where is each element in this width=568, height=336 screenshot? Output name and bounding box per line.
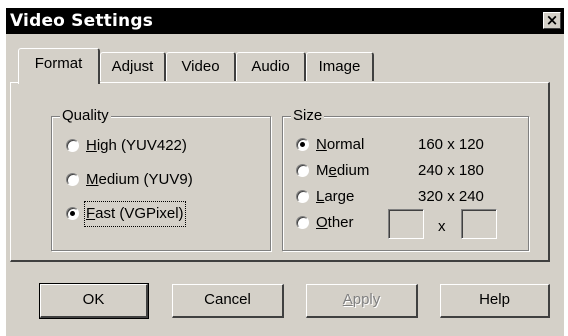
cancel-button[interactable]: Cancel: [172, 284, 284, 318]
radio-size-normal[interactable]: [296, 138, 309, 151]
quality-high-label: High (YUV422): [86, 137, 187, 154]
title-bar[interactable]: Video Settings ×: [6, 8, 564, 34]
size-medium-label: Medium: [316, 162, 370, 179]
quality-group-label: Quality: [60, 107, 111, 125]
radio-quality-fast[interactable]: [66, 207, 79, 220]
apply-button[interactable]: Apply: [306, 284, 418, 318]
tab-format[interactable]: Format: [18, 48, 100, 84]
quality-medium-label: Medium (YUV9): [86, 171, 193, 188]
radio-quality-medium[interactable]: [66, 173, 79, 186]
tab-adjust-label: Adjust: [111, 58, 154, 75]
radio-size-other[interactable]: [296, 216, 309, 229]
ok-button-label: OK: [82, 291, 105, 308]
window-title: Video Settings: [10, 11, 154, 31]
tab-video-label: Video: [181, 58, 220, 75]
radio-quality-high[interactable]: [66, 139, 79, 152]
cancel-button-label: Cancel: [204, 291, 251, 308]
size-large-value: 320 x 240: [418, 188, 484, 205]
tab-format-label: Format: [34, 55, 83, 72]
size-normal-value: 160 x 120: [418, 136, 484, 153]
quality-fast-label: Fast (VGPixel): [84, 201, 186, 227]
close-button[interactable]: ×: [543, 12, 561, 29]
tab-image[interactable]: Image: [306, 52, 374, 81]
help-button[interactable]: Help: [440, 284, 550, 318]
size-medium-value: 240 x 180: [418, 162, 484, 179]
size-large-label: Large: [316, 188, 355, 205]
apply-button-label: Apply: [342, 291, 381, 308]
tab-audio-label: Audio: [251, 58, 290, 75]
tab-video[interactable]: Video: [166, 52, 236, 81]
format-tab-panel: Quality High (YUV422) Medium (YUV9) Fast…: [10, 82, 550, 262]
tab-adjust[interactable]: Adjust: [100, 52, 166, 81]
other-size-separator: x: [438, 218, 446, 235]
other-width-input[interactable]: [388, 209, 424, 239]
tab-audio[interactable]: Audio: [236, 52, 306, 81]
radio-size-medium[interactable]: [296, 164, 309, 177]
size-other-label: Other: [316, 214, 354, 231]
radio-size-large[interactable]: [296, 190, 309, 203]
other-height-input[interactable]: [461, 209, 497, 239]
tab-image-label: Image: [318, 58, 361, 75]
help-button-label: Help: [479, 291, 510, 308]
quality-group: Quality High (YUV422) Medium (YUV9) Fast…: [51, 107, 271, 251]
size-group: Size Normal 160 x 120 Medium 240 x 180 L…: [282, 107, 529, 251]
close-icon: ×: [545, 11, 559, 29]
ok-button[interactable]: OK: [39, 283, 149, 319]
size-group-label: Size: [291, 107, 325, 125]
size-normal-label: Normal: [316, 136, 365, 153]
